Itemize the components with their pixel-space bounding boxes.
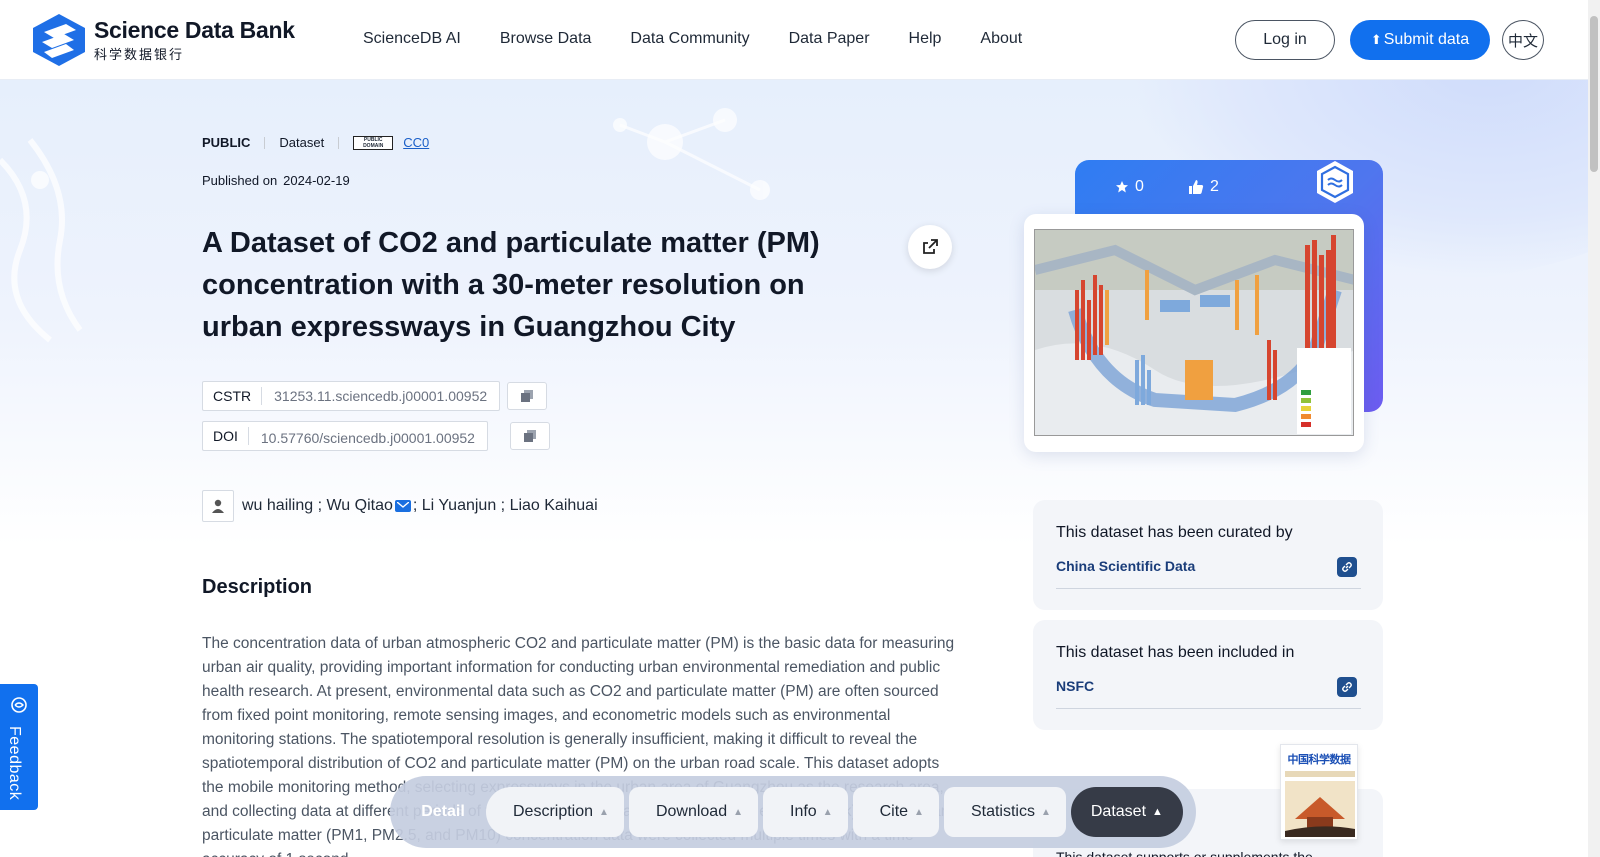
- tab-info-label: Info: [790, 803, 817, 820]
- included-in-card: This dataset has been included in NSFC: [1033, 620, 1383, 730]
- external-share-icon: [923, 239, 938, 254]
- feedback-tab[interactable]: Feedback: [0, 684, 38, 810]
- star-count[interactable]: 0: [1115, 178, 1144, 196]
- tab-description[interactable]: Description ▲: [486, 787, 624, 837]
- feedback-label: Feedback: [6, 726, 23, 801]
- external-link-icon[interactable]: [1337, 557, 1357, 577]
- dataset-cover-image: [1034, 229, 1354, 436]
- nav-about[interactable]: About: [980, 30, 1022, 48]
- chevron-up-icon: ▲: [1040, 806, 1051, 818]
- nav-data-community[interactable]: Data Community: [630, 30, 749, 48]
- star-icon: [1116, 181, 1128, 193]
- tab-description-label: Description: [513, 803, 594, 820]
- tab-download[interactable]: Download ▲: [628, 787, 758, 837]
- cstr-value: 31253.11.sciencedb.j00001.00952: [274, 388, 488, 404]
- copy-icon: [524, 430, 536, 442]
- doi-field: DOI 10.57760/sciencedb.j00001.00952: [202, 421, 488, 451]
- logo-title: Science Data Bank: [94, 17, 295, 43]
- published-value: 2024-02-19: [283, 173, 350, 188]
- chevron-up-icon: ▲: [599, 806, 609, 818]
- logo-subtitle: 科学数据银行: [94, 48, 185, 63]
- main-nav: ScienceDB AI Browse Data Data Community …: [363, 30, 1061, 48]
- page-scrollbar[interactable]: [1588, 0, 1600, 857]
- language-toggle-button[interactable]: 中文: [1502, 20, 1544, 60]
- chevron-up-icon: ▲: [733, 806, 743, 818]
- doi-label: DOI: [203, 427, 249, 445]
- copy-doi-button[interactable]: [510, 422, 550, 450]
- curated-badge-icon: [1317, 161, 1353, 203]
- external-link-icon[interactable]: [1337, 677, 1357, 697]
- license-link[interactable]: CC0: [403, 135, 429, 150]
- journal-cover-title: 中国科学数据: [1287, 753, 1352, 766]
- tab-statistics-label: Statistics: [970, 803, 1035, 820]
- divider: [1056, 708, 1361, 709]
- feedback-icon: [11, 697, 27, 713]
- curated-by-name[interactable]: China Scientific Data: [1056, 558, 1195, 574]
- resource-type: Dataset: [279, 135, 325, 150]
- submit-data-button[interactable]: ⬆ Submit data: [1350, 20, 1490, 60]
- nav-help[interactable]: Help: [909, 30, 942, 48]
- dataset-cover-card[interactable]: [1024, 214, 1364, 452]
- tab-download-label: Download: [655, 803, 728, 820]
- tab-cite[interactable]: Cite ▲: [852, 787, 939, 837]
- copy-icon: [521, 390, 533, 402]
- section-tab-bar: Detail Description ▲ Download ▲ Info ▲ C…: [390, 776, 1196, 848]
- like-count[interactable]: 2: [1188, 178, 1219, 196]
- science-data-bank-logo-icon: [33, 14, 85, 66]
- tab-detail: Detail: [421, 803, 465, 820]
- tab-dataset[interactable]: Dataset ▲: [1070, 787, 1183, 837]
- chevron-up-icon: ▲: [914, 806, 924, 818]
- chevron-up-icon: ▲: [1152, 806, 1163, 818]
- access-badge: PUBLIC: [202, 135, 251, 150]
- curated-by-label: This dataset has been curated by: [1056, 524, 1293, 541]
- authors-list-a[interactable]: wu hailing ; Wu Qitao: [242, 497, 393, 515]
- chevron-up-icon: ▲: [822, 806, 833, 818]
- published-date: Published on 2024-02-19: [202, 173, 350, 188]
- thumbs-up-icon: [1189, 180, 1204, 194]
- curated-by-card: This dataset has been curated by China S…: [1033, 500, 1383, 610]
- corresponding-author-mail-icon[interactable]: [394, 500, 411, 512]
- authors-row: wu hailing ; Wu Qitao ; Li Yuanjun ; Lia…: [202, 490, 598, 522]
- tab-cite-label: Cite: [879, 803, 909, 820]
- public-domain-license-icon: PUBLIC DOMAIN: [353, 135, 394, 150]
- divider: [338, 136, 340, 149]
- like-count-value: 2: [1210, 178, 1219, 195]
- nav-data-paper[interactable]: Data Paper: [789, 30, 870, 48]
- upload-icon: ⬆: [1370, 32, 1382, 47]
- nav-browse-data[interactable]: Browse Data: [500, 30, 592, 48]
- login-button[interactable]: Log in: [1235, 20, 1335, 60]
- divider: [1056, 588, 1361, 589]
- cstr-label: CSTR: [203, 387, 263, 405]
- nav-sciencedb-ai[interactable]: ScienceDB AI: [363, 30, 461, 48]
- tab-dataset-label: Dataset: [1090, 803, 1147, 820]
- author-avatar-icon: [202, 490, 234, 522]
- authors-list-b[interactable]: ; Li Yuanjun ; Liao Kaihuai: [413, 497, 598, 515]
- journal-cover-art: [1285, 771, 1355, 837]
- divider: [264, 136, 266, 149]
- doi-value: 10.57760/sciencedb.j00001.00952: [260, 430, 475, 446]
- tab-info[interactable]: Info ▲: [763, 787, 848, 837]
- star-count-value: 0: [1135, 178, 1144, 195]
- top-navigation-bar: Science Data Bank 科学数据银行 ScienceDB AI Br…: [0, 0, 1588, 80]
- copy-cstr-button[interactable]: [507, 382, 547, 410]
- site-logo[interactable]: Science Data Bank 科学数据银行: [30, 12, 295, 68]
- share-button[interactable]: [908, 225, 952, 269]
- dataset-title: A Dataset of CO2 and particulate matter …: [202, 227, 820, 343]
- tab-statistics[interactable]: Statistics ▲: [943, 787, 1066, 837]
- submit-data-label: Submit data: [1383, 31, 1470, 48]
- journal-support-text: This dataset supports or supplements the: [1056, 849, 1313, 857]
- cstr-field: CSTR 31253.11.sciencedb.j00001.00952: [202, 381, 501, 411]
- scrollbar-thumb[interactable]: [1590, 16, 1598, 172]
- dataset-meta-row: PUBLIC Dataset PUBLIC DOMAIN CC0: [202, 135, 429, 150]
- description-heading: Description: [202, 576, 313, 598]
- published-label: Published on: [202, 173, 278, 188]
- journal-cover-thumbnail[interactable]: 中国科学数据: [1280, 744, 1358, 840]
- included-in-label: This dataset has been included in: [1056, 644, 1295, 661]
- included-in-name[interactable]: NSFC: [1056, 678, 1094, 694]
